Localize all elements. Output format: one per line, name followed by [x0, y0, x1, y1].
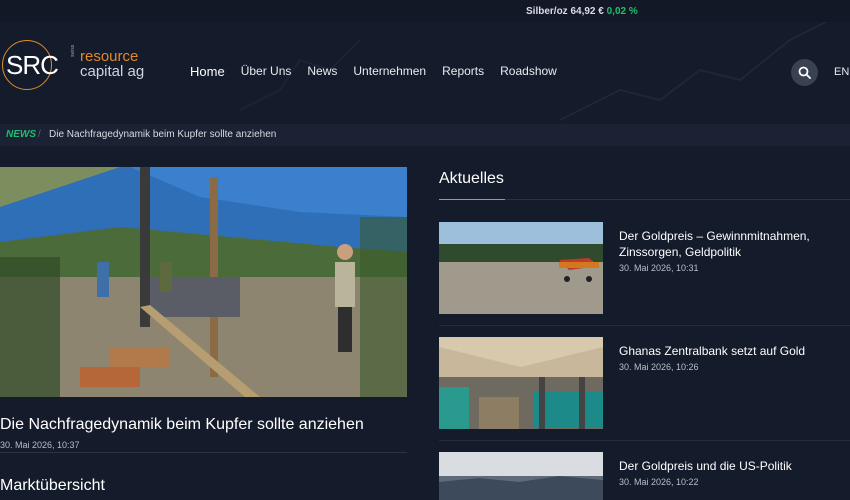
news-title[interactable]: Der Goldpreis – Gewinnmitnahmen, Zinssor…	[619, 228, 849, 260]
divider	[439, 325, 850, 326]
hero-article-title[interactable]: Die Nachfragedynamik beim Kupfer sollte …	[0, 416, 364, 434]
thumb-airstrip-plane	[439, 222, 603, 314]
news-thumbnail[interactable]	[439, 337, 603, 429]
ticker-item-silver: Silber/oz 64,92 € 0,02 %	[526, 6, 638, 17]
divider	[505, 199, 850, 200]
breadcrumb-section-link[interactable]: NEWS	[6, 129, 36, 140]
logo-small-text: swiss	[70, 44, 76, 57]
hero-article-date: 30. Mai 2026, 10:37	[0, 440, 80, 450]
breadcrumb-current: Die Nachfragedynamik beim Kupfer sollte …	[49, 129, 277, 140]
thumb-mine-landscape	[439, 452, 603, 500]
section-title-marktuebersicht: Marktübersicht	[0, 477, 105, 494]
news-list-item[interactable]: Der Goldpreis und die US-Politik 30. Mai…	[439, 452, 850, 500]
news-title[interactable]: Ghanas Zentralbank setzt auf Gold	[619, 343, 849, 359]
news-date: 30. Mai 2026, 10:31	[619, 263, 699, 273]
logo-line2: capital ag	[80, 63, 145, 80]
nav-item-reports[interactable]: Reports	[442, 64, 484, 79]
nav-item-news[interactable]: News	[307, 64, 337, 79]
news-title[interactable]: Der Goldpreis und die US-Politik	[619, 458, 849, 474]
divider	[439, 440, 850, 441]
news-date: 30. Mai 2026, 10:26	[619, 362, 699, 372]
news-list-item[interactable]: Der Goldpreis – Gewinnmitnahmen, Zinssor…	[439, 222, 850, 326]
hero-image[interactable]	[0, 167, 407, 397]
main-nav: Home Über Uns News Unternehmen Reports R…	[190, 64, 573, 79]
breadcrumb: NEWS / Die Nachfragedynamik beim Kupfer …	[0, 124, 850, 146]
search-icon	[798, 66, 811, 79]
thumb-mining-hall	[439, 337, 603, 429]
ticker-label: Silber/oz 64,92 €	[526, 6, 604, 17]
section-title-aktuelles: Aktuelles	[439, 170, 504, 187]
nav-item-home[interactable]: Home	[190, 64, 225, 79]
breadcrumb-separator: /	[38, 129, 41, 140]
site-header: SRC swiss resource capital ag Home Über …	[0, 22, 850, 124]
nav-item-unternehmen[interactable]: Unternehmen	[353, 64, 426, 79]
section-title-underline	[439, 199, 505, 200]
news-thumbnail[interactable]	[439, 452, 603, 500]
hero-photo-drilling-site	[0, 167, 407, 397]
logo[interactable]: SRC swiss resource capital ag	[0, 40, 160, 96]
search-button[interactable]	[791, 59, 818, 86]
price-ticker: Silber/oz 64,92 € 0,02 %	[0, 0, 850, 22]
news-date: 30. Mai 2026, 10:22	[619, 477, 699, 487]
divider	[0, 452, 407, 453]
news-list-item[interactable]: Ghanas Zentralbank setzt auf Gold 30. Ma…	[439, 337, 850, 441]
nav-item-ueber-uns[interactable]: Über Uns	[241, 64, 292, 79]
logo-abbr: SRC	[6, 50, 59, 80]
nav-item-roadshow[interactable]: Roadshow	[500, 64, 557, 79]
ticker-change: 0,02 %	[606, 6, 638, 17]
language-switch[interactable]: EN	[834, 66, 849, 78]
news-thumbnail[interactable]	[439, 222, 603, 314]
